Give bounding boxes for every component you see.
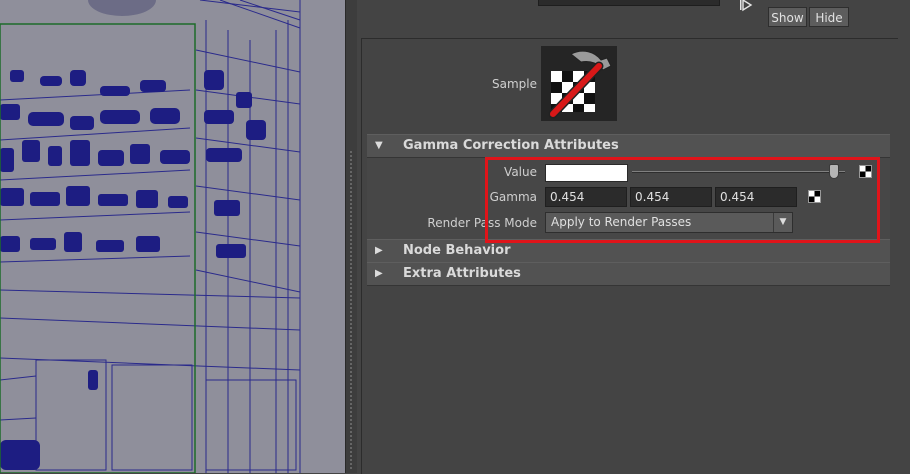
gamma-label: Gamma [489, 190, 537, 204]
section-gamma-correction-attributes[interactable]: ▼ Gamma Correction Attributes [367, 134, 890, 158]
chevron-down-icon[interactable]: ▼ [773, 213, 792, 232]
value-slider-track[interactable] [632, 171, 845, 173]
sample-label: Sample [492, 77, 537, 91]
wireframe-scene [0, 0, 301, 473]
splitter-grip[interactable] [349, 150, 353, 470]
play-icon[interactable] [739, 0, 753, 12]
node-name-field[interactable] [538, 0, 720, 6]
gamma-r-field[interactable]: 0.454 [545, 187, 627, 207]
value-slider-handle[interactable] [829, 164, 840, 179]
gamma-node-icon [548, 50, 612, 119]
render-pass-mode-select[interactable]: Apply to Render Passes ▼ [545, 212, 793, 233]
section-node-behavior[interactable]: ▶ Node Behavior [367, 239, 890, 263]
gamma-g-field[interactable]: 0.454 [630, 187, 712, 207]
checker-map-icon[interactable] [808, 190, 821, 203]
value-color-swatch[interactable] [545, 164, 628, 182]
checker-map-icon[interactable] [859, 165, 872, 178]
triangle-down-icon: ▼ [375, 140, 383, 151]
node-swatch[interactable] [541, 46, 617, 121]
hide-button[interactable]: Hide [809, 7, 849, 27]
gamma-b-field[interactable]: 0.454 [715, 187, 797, 207]
section-extra-attributes[interactable]: ▶ Extra Attributes [367, 262, 890, 286]
3d-viewport[interactable] [0, 0, 345, 473]
attribute-editor: Show Hide Sample ▼ Gamma Correction Attr… [357, 0, 910, 474]
render-pass-mode-label: Render Pass Mode [427, 216, 537, 230]
value-label: Value [504, 165, 537, 179]
show-button[interactable]: Show [768, 7, 807, 27]
triangle-right-icon: ▶ [375, 268, 383, 279]
triangle-right-icon: ▶ [375, 245, 383, 256]
